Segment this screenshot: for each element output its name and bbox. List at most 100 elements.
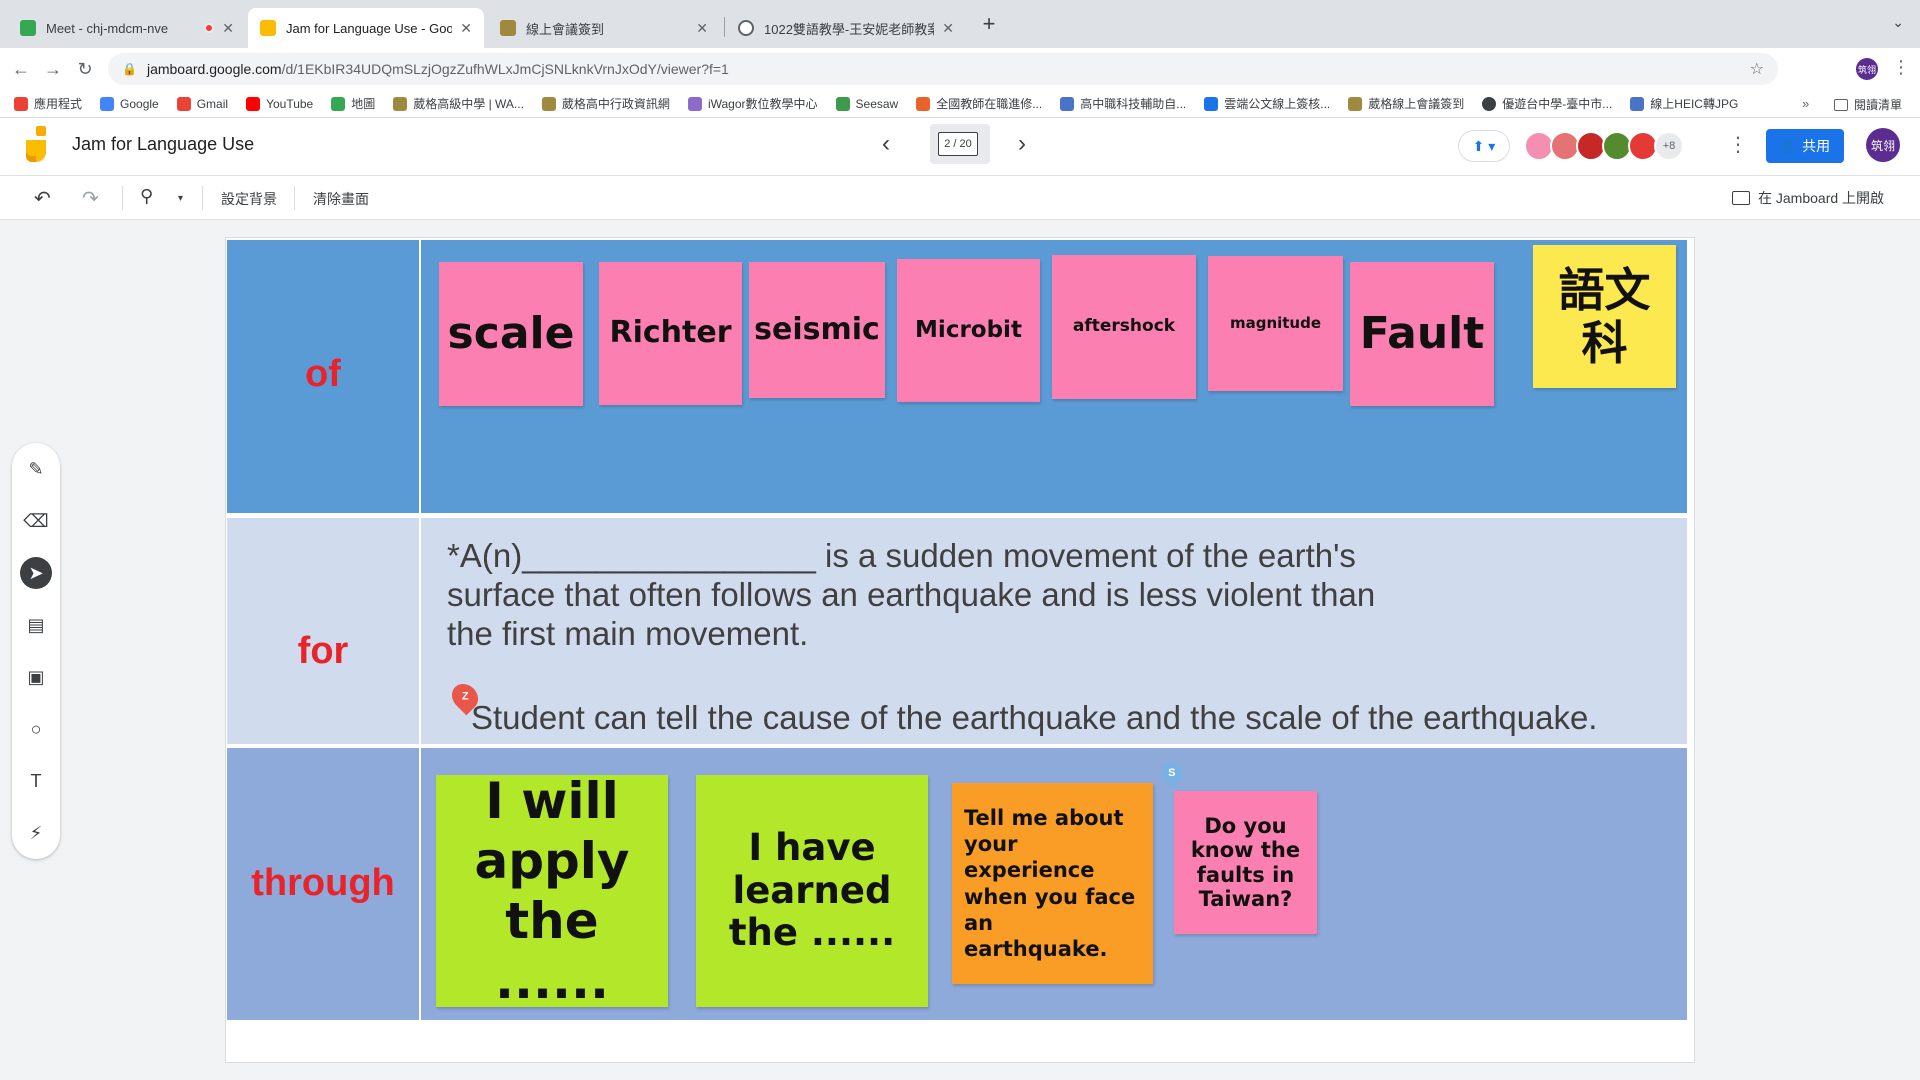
- browser-menu-icon[interactable]: ⋮: [1892, 57, 1910, 78]
- back-icon[interactable]: ←: [10, 58, 32, 80]
- set-background-button[interactable]: 設定背景: [221, 189, 277, 209]
- bookmark-apps[interactable]: 應用程式: [14, 95, 82, 112]
- bookmark-tech-assist[interactable]: 高中職科技輔助自...: [1060, 95, 1186, 112]
- tab-jamboard-title: Jam for Language Use - Googl: [286, 20, 453, 36]
- browser-toolbar: ← → ↻ 🔒 jamboard.google.com/d/1EKbIR34UD…: [0, 48, 1920, 90]
- objective-text[interactable]: Student can tell the cause of the earthq…: [471, 698, 1681, 737]
- bookmark-maps[interactable]: 地圖: [331, 95, 375, 112]
- address-bar[interactable]: 🔒 jamboard.google.com/d/1EKbIR34UDQmSLzj…: [108, 53, 1778, 85]
- eraser-tool-icon[interactable]: ⌫: [20, 505, 52, 537]
- bookmark-heic[interactable]: 線上HEIC轉JPG: [1630, 95, 1738, 112]
- bookmark-label: YouTube: [266, 96, 314, 111]
- reading-list[interactable]: 閱讀清單: [1834, 96, 1902, 113]
- bookmark-taichung[interactable]: 優遊台中學-臺中市...: [1482, 95, 1612, 112]
- tab-pdf[interactable]: 1022雙語教學-王安妮老師教案.p ✕: [726, 8, 966, 48]
- tab-search-icon[interactable]: ⌄: [1892, 14, 1904, 31]
- bookmark-label: Gmail: [196, 96, 229, 111]
- frame-bar-toggle[interactable]: 2 / 20: [930, 124, 990, 164]
- new-tab-button[interactable]: +: [975, 10, 1003, 38]
- bookmark-google[interactable]: Google: [100, 96, 159, 111]
- question-text[interactable]: *A(n)________________ is a sudden moveme…: [447, 536, 1647, 653]
- bookmark-label: 線上HEIC轉JPG: [1650, 97, 1739, 111]
- sticky-note[interactable]: Tell me about your experience when you f…: [952, 783, 1153, 984]
- tab-meet[interactable]: Meet - chj-mdcm-nve ✕: [8, 8, 246, 48]
- bookmark-label: 全國教師在職進修...: [936, 97, 1043, 111]
- recording-icon: [204, 23, 215, 33]
- laser-tool-icon[interactable]: ⚡: [20, 817, 52, 849]
- select-tool-icon[interactable]: ➤: [20, 557, 52, 589]
- account-avatar[interactable]: 筑翎: [1866, 128, 1900, 162]
- tab-separator: [724, 17, 725, 37]
- close-tab-icon[interactable]: ✕: [942, 20, 954, 37]
- redo-icon[interactable]: ↷: [82, 186, 99, 211]
- bookmark-cloud-docs[interactable]: 雲端公文線上簽核...: [1204, 95, 1330, 112]
- bookmark-gmail[interactable]: Gmail: [176, 96, 229, 111]
- present-icon: ⬆ ▾: [1472, 137, 1496, 154]
- bookmark-youtube[interactable]: YouTube: [246, 96, 314, 111]
- browser-tab-strip: Meet - chj-mdcm-nve ✕ Jam for Language U…: [0, 0, 1920, 48]
- row-label-through: through: [251, 862, 395, 904]
- sticky-note[interactable]: seismic: [749, 262, 885, 398]
- close-tab-icon[interactable]: ✕: [222, 20, 234, 37]
- close-tab-icon[interactable]: ✕: [460, 20, 472, 37]
- row-label-for: for: [297, 630, 349, 672]
- bookmark-seesaw[interactable]: Seesaw: [835, 96, 898, 111]
- sticky-note[interactable]: I will apply the ......: [436, 772, 668, 1010]
- tab-pdf-title: 1022雙語教學-王安妮老師教案.p: [764, 21, 935, 37]
- pen-tool-icon[interactable]: ✎: [20, 453, 52, 485]
- more-options-icon[interactable]: ⋮: [1728, 132, 1748, 157]
- jamboard-logo-icon[interactable]: [22, 126, 50, 166]
- tab-signin[interactable]: 線上會議簽到 ✕: [488, 8, 720, 48]
- jamboard-favicon-icon: [260, 20, 276, 36]
- training-icon: [916, 96, 931, 111]
- tab-signin-title: 線上會議簽到: [526, 21, 605, 37]
- sticky-note-tool-icon[interactable]: ▤: [20, 609, 52, 641]
- open-in-jamboard-label: 在 Jamboard 上開啟: [1758, 190, 1885, 206]
- share-button[interactable]: 👤 共用: [1766, 129, 1844, 163]
- more-collaborators-badge[interactable]: +8: [1654, 131, 1684, 161]
- sticky-note[interactable]: 語文科: [1533, 245, 1676, 388]
- row-of: of scale Richter seismic Microbit afters…: [227, 240, 1687, 513]
- address-path: /d/1EKbIR34UDQmSLzjOgzZufhWLxJmCjSNLknkV…: [281, 61, 729, 77]
- text-box-tool-icon[interactable]: T: [20, 765, 52, 797]
- bookmark-iwagor[interactable]: iWagor數位教學中心: [687, 95, 818, 112]
- present-button[interactable]: ⬆ ▾: [1458, 130, 1510, 162]
- zoom-icon[interactable]: ⚲: [140, 186, 153, 207]
- bookmark-teacher-training[interactable]: 全國教師在職進修...: [916, 95, 1042, 112]
- clear-frame-button[interactable]: 清除畫面: [313, 189, 369, 209]
- next-frame-icon[interactable]: ›: [1018, 130, 1026, 158]
- bookmark-school-wa[interactable]: 葳格高級中學 | WA...: [393, 95, 524, 112]
- sticky-note[interactable]: Fault: [1350, 262, 1494, 406]
- reload-icon[interactable]: ↻: [74, 58, 96, 80]
- gmail-icon: [176, 96, 191, 111]
- sticky-note[interactable]: Do you know the faults in Taiwan?: [1174, 791, 1317, 934]
- sticky-note[interactable]: Richter: [599, 262, 742, 405]
- undo-icon[interactable]: ↶: [34, 186, 51, 211]
- row-for: for *A(n)________________ is a sudden mo…: [227, 518, 1687, 744]
- bookmark-star-icon[interactable]: ☆: [1750, 59, 1764, 79]
- tab-jamboard[interactable]: Jam for Language Use - Googl ✕: [248, 8, 484, 48]
- shape-tool-icon[interactable]: ○: [20, 713, 52, 745]
- jam-title[interactable]: Jam for Language Use: [72, 134, 254, 155]
- school-favicon-icon: [500, 20, 516, 36]
- bookmark-label: 葳格線上會議簽到: [1368, 97, 1465, 111]
- sticky-note[interactable]: scale: [439, 262, 583, 406]
- bookmark-label: 地圖: [351, 97, 376, 111]
- forward-icon[interactable]: →: [42, 58, 64, 80]
- jam-frame[interactable]: of scale Richter seismic Microbit afters…: [225, 237, 1695, 1063]
- close-tab-icon[interactable]: ✕: [696, 20, 708, 37]
- sticky-note[interactable]: Microbit: [897, 259, 1040, 402]
- previous-frame-icon[interactable]: ‹: [882, 130, 890, 158]
- bookmark-online-signin[interactable]: 葳格線上會議簽到: [1348, 95, 1464, 112]
- sticky-note[interactable]: I have learned the ......: [696, 775, 928, 1007]
- pin-initial: Z: [461, 691, 469, 704]
- image-tool-icon[interactable]: ▣: [20, 661, 52, 693]
- sticky-note[interactable]: aftershock: [1052, 255, 1196, 399]
- bookmarks-overflow-icon[interactable]: »: [1802, 96, 1809, 111]
- bookmark-label: 應用程式: [34, 97, 83, 111]
- zoom-dropdown-icon[interactable]: ▾: [178, 193, 183, 204]
- bookmark-school-admin[interactable]: 葳格高中行政資訊網: [541, 95, 670, 112]
- sticky-note[interactable]: magnitude: [1208, 256, 1343, 391]
- browser-profile-avatar[interactable]: 筑翎: [1856, 58, 1878, 80]
- open-in-jamboard-button[interactable]: 在 Jamboard 上開啟: [1732, 188, 1884, 208]
